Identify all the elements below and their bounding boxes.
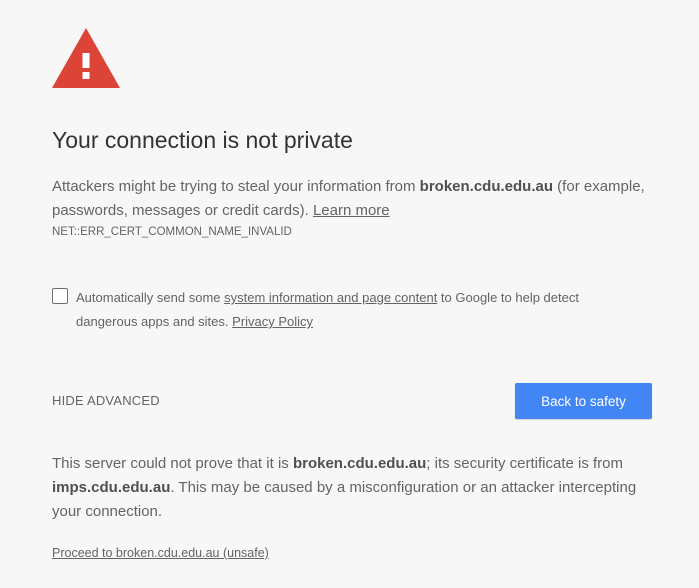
privacy-policy-link[interactable]: Privacy Policy [232, 314, 313, 329]
extended-reporting-checkbox[interactable] [52, 288, 68, 304]
explanation-text: Attackers might be trying to steal your … [52, 178, 420, 195]
learn-more-link[interactable]: Learn more [313, 202, 390, 219]
system-info-link[interactable]: system information and page content [224, 290, 437, 305]
details-message: This server could not prove that it is b… [52, 452, 642, 524]
details-text: This server could not prove that it is [52, 455, 293, 472]
back-to-safety-button[interactable]: Back to safety [515, 383, 652, 419]
warning-triangle-icon [52, 28, 120, 88]
hide-advanced-button[interactable]: HIDE ADVANCED [52, 393, 160, 408]
proceed-unsafe-link[interactable]: Proceed to broken.cdu.edu.au (unsafe) [52, 546, 269, 560]
main-message: Attackers might be trying to steal your … [52, 175, 652, 223]
details-text-2: ; its security certificate is from [426, 455, 624, 472]
hostname: broken.cdu.edu.au [419, 178, 554, 195]
checkbox-text: Automatically send some [76, 290, 225, 305]
details-hostname: broken.cdu.edu.au [292, 455, 427, 472]
checkbox-label: Automatically send some system informati… [76, 286, 636, 334]
error-code: NET::ERR_CERT_COMMON_NAME_INVALID [52, 226, 292, 238]
page-title: Your connection is not private [52, 127, 353, 153]
certificate-hostname: imps.cdu.edu.au [52, 479, 171, 496]
